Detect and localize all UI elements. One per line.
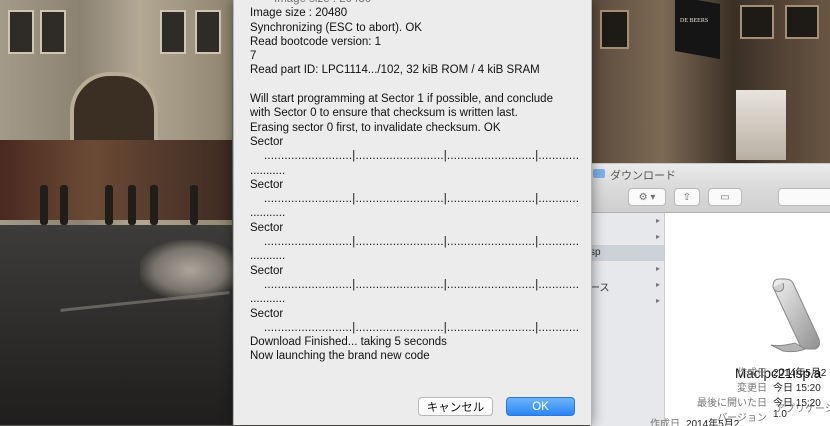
wallpaper-shop-banner [675,0,720,59]
wallpaper-blurred-car [140,240,240,300]
log-line: 7 [250,50,257,63]
wallpaper-window [785,5,819,39]
log-line: Will start programming at Sector 1 if po… [250,93,553,106]
sidebar-item[interactable]: ▸ [590,293,664,309]
wallpaper-person [128,185,136,225]
log-line: Read part ID: LPC1114.../102, 32 kiB ROM… [250,64,540,77]
log-line: Download Finished... taking 5 seconds [250,336,447,349]
log-line: Image size : 20480 [274,0,580,6]
sector-progress-line: 1: ..........................|..........… [250,149,580,163]
progress-dots: ..........................|.............… [264,278,580,291]
gear-icon: ⚙ ▾ [638,191,656,203]
sidebar-item-label: ース [590,283,610,294]
progress-continuation: ........... [250,250,286,263]
chevron-right-icon: ▸ [656,232,661,241]
sector-title: Sector [250,264,284,277]
folder-icon [593,169,605,178]
sector-title: Sector [250,221,284,234]
info-key: 最後に開いた日 [697,398,767,409]
wallpaper-window [740,5,774,39]
progress-dots: ..........................|.............… [264,321,580,334]
wallpaper-person [105,185,113,225]
log-line-blank [250,78,580,92]
isp-log-dialog: Image size : 20480 Image size : 20480 Sy… [233,0,592,425]
action-gear-button[interactable]: ⚙ ▾ [628,188,666,206]
progress-continuation: ........... [250,207,286,220]
finder-titlebar: ダウンロード [590,164,830,184]
sector-progress-line: 2: ..........................|..........… [250,192,580,206]
applescript-app-icon [770,278,820,353]
chevron-right-icon: ▸ [656,280,661,289]
info-key: バージョン [717,413,767,424]
info-value: 今日 15:20 [773,398,821,409]
progress-continuation: ........... [250,164,286,177]
finder-toolbar: ⚙ ▾ ⇧ ▭ [590,184,830,213]
log-line: Erasing sector 0 first, to invalidate ch… [250,121,501,134]
sector-progress-line: 3: ..........................|..........… [250,235,580,249]
progress-continuation: ........... [250,293,286,306]
log-line: Now launching the brand new code [250,350,430,363]
wallpaper-person [190,185,198,225]
sidebar-item[interactable]: ▸ [590,213,664,229]
wallpaper-window [40,10,66,54]
sector-title: Sector [250,178,284,191]
share-button[interactable]: ⇧ [674,188,700,206]
chevron-right-icon: ▸ [656,216,661,225]
info-value: 今日 15:20 [773,383,821,394]
search-field[interactable] [778,188,830,206]
share-icon: ⇧ [682,191,692,203]
finder-sidebar: ▸ ▸ sp ▸ ース ▸ ▸ [590,213,664,426]
log-line: Synchronizing (ESC to abort). OK [250,21,422,34]
wallpaper-window [160,10,186,54]
progress-dots: ..........................|.............… [264,193,580,206]
info-key: 作成日 [737,368,767,379]
wallpaper-person [60,185,68,225]
progress-dots: ..........................|.............… [264,150,580,163]
sidebar-item-selected[interactable]: sp [590,245,664,261]
cancel-button[interactable]: キャンセル [418,397,493,416]
info-key: 作成日 [650,419,680,426]
wallpaper-person [150,185,158,225]
log-text-area[interactable]: Image size : 20480 Image size : 20480 Sy… [250,0,580,384]
wallpaper-window [600,10,629,49]
tag-button[interactable]: ▭ [708,188,742,206]
log-line: Read bootcode version: 1 [250,35,382,48]
progress-dots: ..........................|.............… [264,236,580,249]
wallpaper-window [195,10,221,54]
sector-title: Sector [250,135,284,148]
sector-title: Sector [250,307,284,320]
log-line: Image size : 20480 [250,7,348,20]
sector-progress-line: 0: ..........................|..........… [250,321,580,335]
sidebar-item[interactable]: ▸ [590,229,664,245]
tag-icon: ▭ [720,191,730,203]
sidebar-item[interactable]: ース ▸ [590,277,664,294]
finder-title: ダウンロード [610,170,676,182]
wallpaper-person [40,185,48,225]
info-value: 2014年5月2 [773,368,827,379]
ok-button[interactable]: OK [506,397,575,416]
info-value: 1.0 [773,409,787,420]
wallpaper-window [8,10,34,54]
sidebar-item[interactable]: ▸ [590,261,664,277]
chevron-right-icon: ▸ [656,296,661,305]
wallpaper-shop-sign: DE BEERS [680,18,709,24]
sector-progress-line: 4: ..........................|..........… [250,278,580,292]
wallpaper-shop-window [736,90,786,160]
chevron-right-icon: ▸ [656,264,661,273]
log-line: with Sector 0 to ensure that checksum is… [250,107,518,120]
info-key: 変更日 [737,383,767,394]
